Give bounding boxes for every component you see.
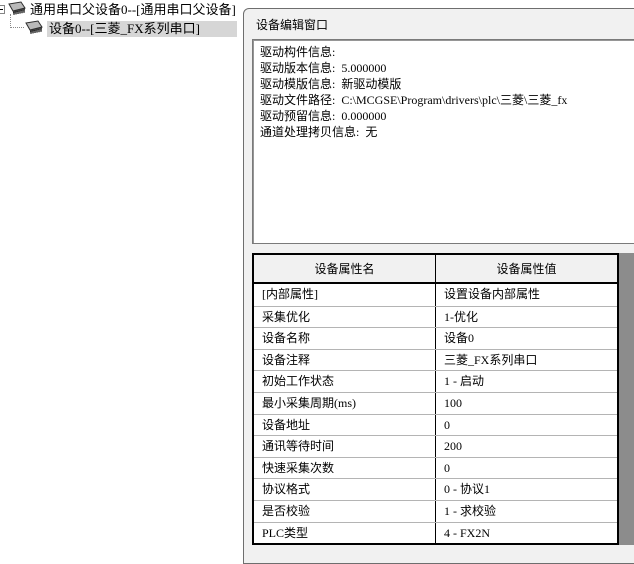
driver-info-line: 驱动版本信息: 5.000000 [253,60,634,76]
property-name-cell: 采集优化 [254,307,436,328]
property-row[interactable]: 快速采集次数0 [254,457,617,479]
property-row[interactable]: 设备地址0 [254,414,617,436]
property-name-cell: 设备名称 [254,328,436,349]
property-value-cell: 设备0 [436,328,617,349]
property-row[interactable]: [内部属性]设置设备内部属性 [254,284,617,306]
property-value-cell: 200 [436,436,617,457]
property-grid: 设备属性名 设备属性值 [内部属性]设置设备内部属性采集优化1-优化设备名称设备… [252,253,634,545]
driver-info-line: 驱动模版信息: 新驱动模版 [253,76,634,92]
column-header-property-name: 设备属性名 [254,255,436,282]
property-name-cell: [内部属性] [254,284,436,306]
driver-info-line: 驱动预留信息: 0.000000 [253,108,634,124]
tree-expand-toggle[interactable] [0,5,5,14]
chip-icon [25,20,44,35]
property-name-cell: PLC类型 [254,523,436,544]
property-table-body: [内部属性]设置设备内部属性采集优化1-优化设备名称设备0设备注释三菱_FX系列… [254,284,617,543]
property-value-cell: 1 - 求校验 [436,501,617,522]
property-name-cell: 最小采集周期(ms) [254,393,436,414]
property-name-cell: 快速采集次数 [254,458,436,479]
property-row[interactable]: 是否校验1 - 求校验 [254,500,617,522]
property-value-cell: 0 [436,458,617,479]
window-title[interactable]: 设备编辑窗口 [244,9,634,38]
tree-connector-line [10,14,24,28]
property-name-cell: 设备地址 [254,415,436,436]
property-value-cell: 1-优化 [436,307,617,328]
property-value-cell: 0 - 协议1 [436,479,617,500]
property-value-cell: 设置设备内部属性 [436,284,617,306]
property-value-cell: 4 - FX2N [436,523,617,544]
property-row[interactable]: 设备注释三菱_FX系列串口 [254,349,617,371]
chip-icon [8,1,27,16]
device-edit-window: 设备编辑窗口 驱动构件信息:驱动版本信息: 5.000000驱动模版信息: 新驱… [243,8,634,564]
property-row[interactable]: PLC类型4 - FX2N [254,522,617,544]
property-value-cell: 100 [436,393,617,414]
property-value-cell: 1 - 启动 [436,371,617,392]
property-row[interactable]: 协议格式0 - 协议1 [254,478,617,500]
property-row[interactable]: 初始工作状态1 - 启动 [254,370,617,392]
driver-info-line: 驱动构件信息: [253,40,634,60]
property-row[interactable]: 最小采集周期(ms)100 [254,392,617,414]
property-value-cell: 0 [436,415,617,436]
column-header-property-value: 设备属性值 [436,255,617,282]
property-row[interactable]: 采集优化1-优化 [254,306,617,328]
driver-info-box[interactable]: 驱动构件信息:驱动版本信息: 5.000000驱动模版信息: 新驱动模版驱动文件… [252,39,634,244]
property-table-header: 设备属性名 设备属性值 [254,255,617,284]
property-name-cell: 设备注释 [254,350,436,371]
property-table: 设备属性名 设备属性值 [内部属性]设置设备内部属性采集优化1-优化设备名称设备… [252,253,619,545]
property-row[interactable]: 设备名称设备0 [254,327,617,349]
property-name-cell: 初始工作状态 [254,371,436,392]
device-tree: 通用串口父设备0--[通用串口父设备] 设备0--[三菱_FX系列串口] [0,0,243,558]
property-name-cell: 是否校验 [254,501,436,522]
driver-info-line: 驱动文件路径: C:\MCGSE\Program\drivers\plc\三菱\… [253,92,634,108]
property-value-cell: 三菱_FX系列串口 [436,350,617,371]
driver-info-line: 通道处理拷贝信息: 无 [253,124,634,140]
property-name-cell: 协议格式 [254,479,436,500]
property-name-cell: 通讯等待时间 [254,436,436,457]
driver-info-text: 驱动构件信息:驱动版本信息: 5.000000驱动模版信息: 新驱动模版驱动文件… [253,40,634,140]
tree-item-child-device[interactable]: 设备0--[三菱_FX系列串口] [47,21,237,37]
property-row[interactable]: 通讯等待时间200 [254,435,617,457]
tree-item-parent-device[interactable]: 通用串口父设备0--[通用串口父设备] [30,2,236,18]
